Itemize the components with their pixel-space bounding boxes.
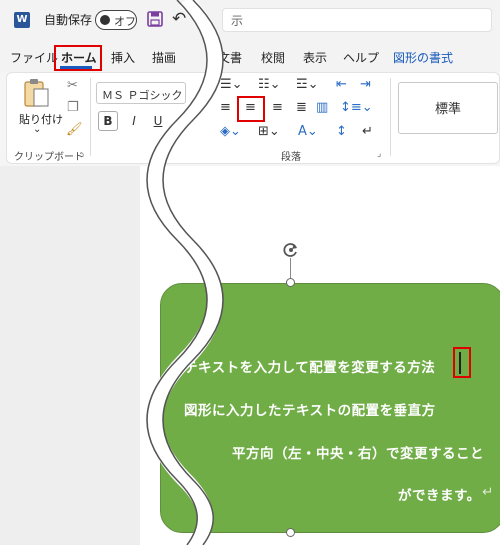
- rotate-handle-icon[interactable]: [281, 240, 301, 260]
- bullets-icon[interactable]: ☰⌄: [220, 77, 243, 92]
- document-title-box[interactable]: 示: [222, 8, 492, 32]
- show-marks-icon[interactable]: ↵: [362, 124, 373, 139]
- increase-indent-icon[interactable]: ⇥: [360, 77, 371, 92]
- shape-text-line[interactable]: 平方向（左・中央・右）で変更すること: [232, 442, 484, 462]
- cut-icon[interactable]: ✂: [67, 78, 78, 93]
- bold-button[interactable]: B: [98, 111, 118, 131]
- group-divider: [390, 78, 391, 156]
- word-window: W 自動保存 オフ ↶ 示 ファイル ホーム 挿入 描画 文書 校閲 表示 ヘル…: [0, 0, 500, 545]
- tab-draw[interactable]: 描画: [152, 49, 176, 66]
- clipboard-group-label: クリップボード: [14, 152, 84, 163]
- tab-shape-format[interactable]: 図形の書式: [393, 49, 453, 66]
- home-tab-highlight: [54, 45, 102, 71]
- align-right-icon[interactable]: ≡: [272, 100, 283, 115]
- tab-view[interactable]: 表示: [303, 49, 327, 66]
- justify-icon[interactable]: ≣: [296, 100, 307, 115]
- paste-dropdown-icon[interactable]: ⌄: [33, 124, 41, 135]
- style-normal-label: 標準: [434, 102, 461, 117]
- clipboard-launcher-icon[interactable]: ⌟: [80, 149, 84, 159]
- decrease-indent-icon[interactable]: ⇤: [336, 77, 347, 92]
- word-logo-icon: W: [14, 12, 30, 28]
- line-spacing-icon[interactable]: ↕≡⌄: [340, 100, 373, 115]
- undo-icon[interactable]: ↶: [172, 9, 186, 29]
- multilevel-list-icon[interactable]: ☲⌄: [296, 77, 319, 92]
- autosave-state: オフ: [114, 15, 136, 28]
- underline-button[interactable]: U: [148, 111, 168, 131]
- borders-icon[interactable]: ⊞⌄: [258, 124, 280, 139]
- tab-insert[interactable]: 挿入: [111, 49, 135, 66]
- style-normal[interactable]: 標準: [398, 82, 498, 134]
- sort-icon[interactable]: ↕: [336, 124, 347, 139]
- tab-references[interactable]: 文書: [218, 49, 242, 66]
- tab-review[interactable]: 校閲: [261, 49, 285, 66]
- group-divider: [90, 78, 91, 156]
- font-name-value: ＭＳ Ｐゴシック: [102, 89, 183, 102]
- italic-button[interactable]: I: [124, 111, 144, 131]
- format-painter-icon[interactable]: 🖌: [66, 122, 83, 137]
- shape-text-line[interactable]: テキストを入力して配置を変更する方法: [184, 356, 435, 376]
- align-center-highlight: [237, 96, 265, 122]
- resize-handle-top[interactable]: [286, 278, 295, 287]
- shading-icon[interactable]: ◈⌄: [220, 124, 241, 139]
- tab-help[interactable]: ヘルプ: [343, 49, 379, 66]
- save-icon[interactable]: [147, 11, 163, 27]
- shape-text-line[interactable]: ができます。: [398, 484, 481, 504]
- paragraph-group-label: 段落: [281, 152, 301, 163]
- numbering-icon[interactable]: ☷⌄: [258, 77, 281, 92]
- cursor-highlight: [453, 347, 471, 378]
- autosave-toggle[interactable]: オフ: [95, 10, 137, 30]
- autosave-label: 自動保存: [44, 13, 93, 27]
- title-bar: W 自動保存 オフ ↶ 示: [0, 0, 500, 40]
- distributed-icon[interactable]: ▥: [316, 100, 328, 115]
- paste-icon[interactable]: [22, 78, 50, 108]
- tab-file[interactable]: ファイル: [10, 49, 58, 66]
- paragraph-mark: ↵: [482, 484, 494, 500]
- title-fragment: 示: [231, 14, 244, 28]
- resize-handle-bottom[interactable]: [286, 528, 295, 537]
- copy-icon[interactable]: ❐: [67, 100, 79, 115]
- align-left-icon[interactable]: ≡: [220, 100, 231, 115]
- shape-text-line[interactable]: 図形に入力したテキストの配置を垂直方: [184, 399, 436, 419]
- paragraph-launcher-icon[interactable]: ⌟: [377, 149, 381, 159]
- asian-layout-icon[interactable]: A⌄: [298, 124, 318, 139]
- toggle-knob: [100, 15, 110, 25]
- font-name-select[interactable]: ＭＳ Ｐゴシック: [96, 82, 186, 104]
